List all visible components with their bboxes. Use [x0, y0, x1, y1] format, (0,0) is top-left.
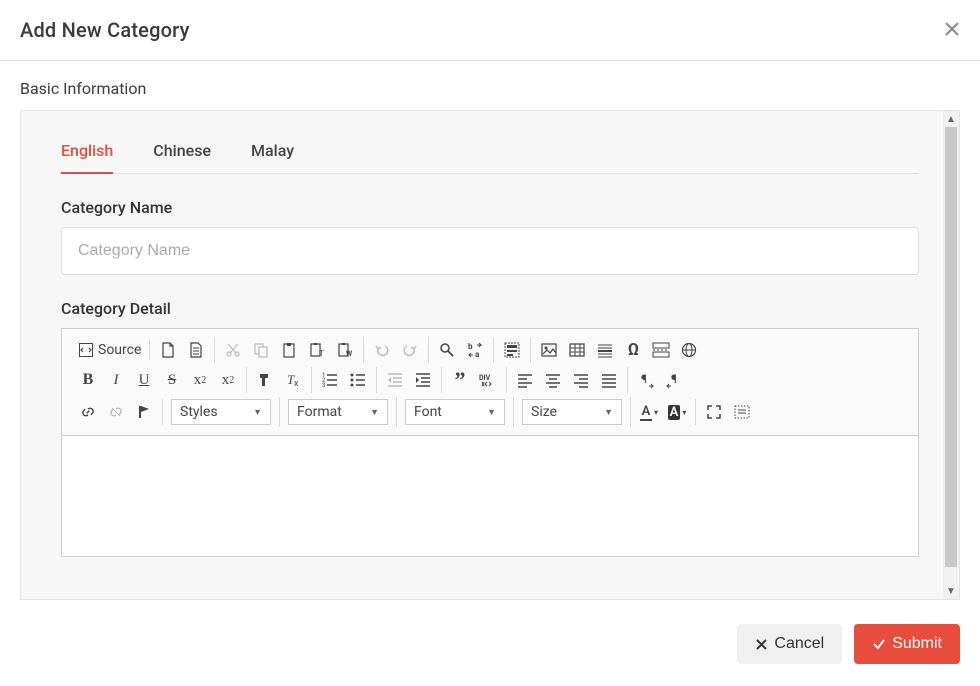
- link-icon[interactable]: [78, 401, 98, 423]
- redo-icon[interactable]: [400, 339, 420, 361]
- new-page-icon[interactable]: [158, 339, 178, 361]
- text-color-button[interactable]: A ▾: [639, 401, 659, 423]
- tab-malay[interactable]: Malay: [251, 129, 294, 173]
- content-panel: English Chinese Malay Category Name Cate…: [20, 110, 960, 600]
- outdent-icon[interactable]: [385, 369, 405, 391]
- horizontal-rule-icon[interactable]: [595, 339, 615, 361]
- cancel-label: Cancel: [774, 635, 824, 653]
- align-right-icon[interactable]: [571, 369, 591, 391]
- scrollbar-thumb[interactable]: [945, 127, 957, 567]
- superscript-icon[interactable]: x2: [218, 369, 238, 391]
- font-label: Font: [414, 404, 442, 420]
- check-icon: [872, 637, 886, 651]
- remove-format-icon[interactable]: Tx: [283, 369, 303, 391]
- image-icon[interactable]: [539, 339, 559, 361]
- dialog-footer: Cancel Submit: [0, 600, 980, 676]
- category-name-input[interactable]: [61, 227, 919, 275]
- align-left-icon[interactable]: [515, 369, 535, 391]
- category-name-label: Category Name: [61, 198, 919, 217]
- size-select[interactable]: Size ▼: [522, 399, 622, 425]
- chevron-down-icon: ▼: [604, 407, 613, 418]
- numbered-list-icon[interactable]: 123: [320, 369, 340, 391]
- submit-label: Submit: [892, 635, 942, 653]
- category-detail-label: Category Detail: [61, 299, 919, 318]
- align-justify-icon[interactable]: [599, 369, 619, 391]
- tab-english[interactable]: English: [61, 129, 113, 174]
- show-blocks-icon[interactable]: [732, 401, 752, 423]
- copy-icon[interactable]: [251, 339, 271, 361]
- scroll-down-icon[interactable]: ▼: [943, 583, 959, 599]
- svg-text:DIV: DIV: [479, 374, 491, 382]
- underline-icon[interactable]: U: [134, 369, 154, 391]
- cancel-button[interactable]: Cancel: [737, 624, 842, 664]
- align-center-icon[interactable]: [543, 369, 563, 391]
- chevron-down-icon: ▼: [253, 407, 262, 418]
- iframe-icon[interactable]: [679, 339, 699, 361]
- styles-select[interactable]: Styles ▼: [171, 399, 271, 425]
- scroll-up-icon[interactable]: ▲: [943, 111, 959, 127]
- source-button[interactable]: Source: [78, 342, 141, 358]
- format-label: Format: [297, 404, 342, 420]
- language-tabs: English Chinese Malay: [61, 129, 919, 174]
- copy-formatting-icon[interactable]: [255, 369, 275, 391]
- font-select[interactable]: Font ▼: [405, 399, 505, 425]
- blockquote-icon[interactable]: ”: [450, 369, 470, 391]
- undo-icon[interactable]: [372, 339, 392, 361]
- cut-icon[interactable]: [223, 339, 243, 361]
- replace-icon[interactable]: ba: [465, 339, 485, 361]
- svg-text:¶: ¶: [671, 372, 677, 386]
- svg-text:W: W: [346, 350, 353, 358]
- templates-icon[interactable]: [186, 339, 206, 361]
- source-label: Source: [98, 342, 141, 358]
- svg-text:3: 3: [322, 382, 325, 388]
- editor-content-area[interactable]: [62, 436, 918, 556]
- paste-icon[interactable]: [279, 339, 299, 361]
- styles-label: Styles: [180, 404, 218, 420]
- dialog-title: Add New Category: [20, 18, 190, 42]
- anchor-icon[interactable]: [134, 401, 154, 423]
- find-icon[interactable]: [437, 339, 457, 361]
- background-color-button[interactable]: A ▾: [667, 401, 687, 423]
- special-char-icon[interactable]: Ω: [623, 339, 643, 361]
- vertical-scrollbar[interactable]: ▲ ▼: [943, 111, 959, 599]
- tab-chinese[interactable]: Chinese: [153, 129, 211, 173]
- chevron-down-icon: ▼: [370, 407, 379, 418]
- rtl-icon[interactable]: ¶: [664, 369, 684, 391]
- dialog-header: Add New Category: [0, 0, 980, 61]
- bold-icon[interactable]: B: [78, 369, 98, 391]
- svg-text:T: T: [319, 349, 324, 358]
- rich-text-editor: Source: [61, 328, 919, 557]
- submit-button[interactable]: Submit: [854, 624, 960, 664]
- indent-icon[interactable]: [413, 369, 433, 391]
- italic-icon[interactable]: I: [106, 369, 126, 391]
- maximize-icon[interactable]: [704, 401, 724, 423]
- unlink-icon[interactable]: [106, 401, 126, 423]
- paste-text-icon[interactable]: T: [307, 339, 327, 361]
- close-icon[interactable]: [944, 18, 960, 42]
- svg-text:a: a: [475, 350, 480, 358]
- chevron-down-icon: ▼: [487, 407, 496, 418]
- svg-text:x: x: [294, 379, 299, 388]
- svg-text:¶: ¶: [641, 372, 647, 386]
- section-title: Basic Information: [0, 61, 980, 110]
- subscript-icon[interactable]: x2: [190, 369, 210, 391]
- ltr-icon[interactable]: ¶: [636, 369, 656, 391]
- size-label: Size: [531, 404, 557, 420]
- bulleted-list-icon[interactable]: [348, 369, 368, 391]
- paste-word-icon[interactable]: W: [335, 339, 355, 361]
- div-container-icon[interactable]: DIV: [478, 369, 498, 391]
- svg-text:b: b: [468, 342, 473, 351]
- select-all-icon[interactable]: [502, 339, 522, 361]
- format-select[interactable]: Format ▼: [288, 399, 388, 425]
- close-icon: [755, 638, 768, 651]
- editor-toolbar: Source: [62, 329, 918, 436]
- strikethrough-icon[interactable]: S: [162, 369, 182, 391]
- table-icon[interactable]: [567, 339, 587, 361]
- page-break-icon[interactable]: [651, 339, 671, 361]
